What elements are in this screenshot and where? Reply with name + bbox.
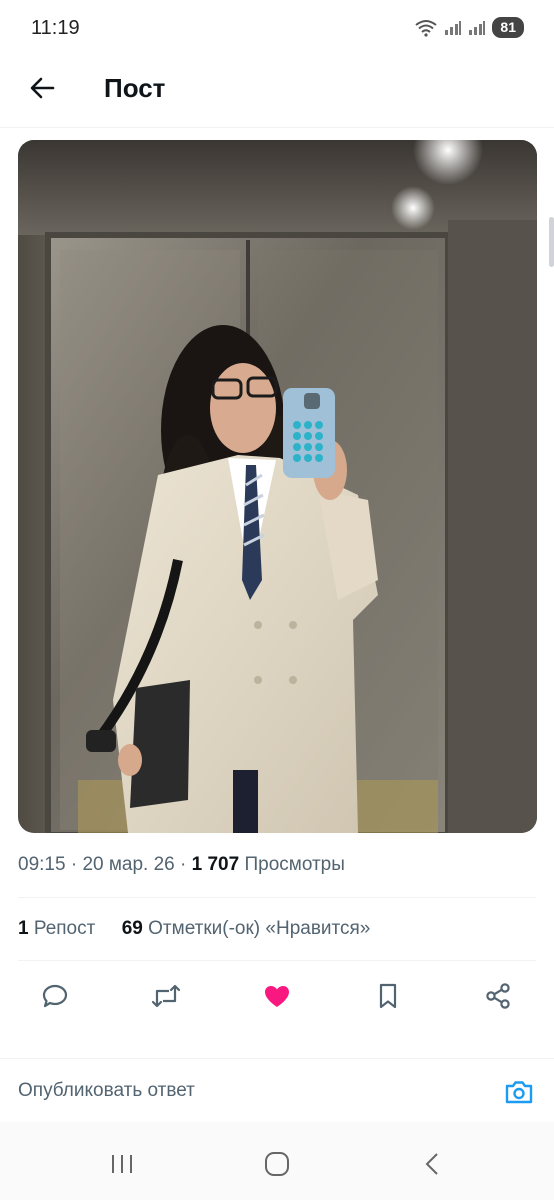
signal-icon [445, 20, 462, 35]
recents-button[interactable] [102, 1146, 142, 1182]
reply-icon [42, 984, 68, 1008]
post-time: 09:15 [18, 854, 66, 875]
status-time: 11:19 [31, 17, 80, 39]
status-icons: 81 [414, 17, 524, 38]
recents-icon [112, 1155, 132, 1173]
heart-icon [265, 986, 289, 1007]
post-actions [0, 972, 554, 1020]
post-stats: 1 Репост 69 Отметки(-ок) «Нравится» [18, 918, 370, 940]
page-title: Пост [104, 73, 166, 103]
scrollbar[interactable] [549, 217, 554, 267]
back-button[interactable] [22, 68, 62, 108]
likes-count: 69 [121, 918, 143, 939]
battery-indicator: 81 [492, 17, 524, 38]
home-icon [265, 1152, 289, 1176]
reply-bar [0, 1058, 554, 1124]
views-count: 1 707 [191, 854, 240, 875]
back-nav-button[interactable] [412, 1146, 452, 1182]
post-meta: 09:15 · 20 мар. 26 · 1 707 Просмотры [18, 854, 345, 875]
camera-icon [505, 1081, 533, 1104]
like-button[interactable] [257, 976, 297, 1016]
status-bar: 11:19 81 [0, 0, 554, 58]
camera-button[interactable] [504, 1077, 534, 1107]
signal-icon-2 [469, 20, 486, 35]
bookmark-icon [379, 983, 397, 1009]
reply-input[interactable] [18, 1075, 478, 1107]
likes-label: Отметки(-ок) «Нравится» [148, 918, 371, 939]
elevator-selfie-image [18, 140, 537, 833]
repost-icon [151, 984, 181, 1008]
reply-button[interactable] [35, 976, 75, 1016]
bookmark-button[interactable] [368, 976, 408, 1016]
post-date: 20 мар. 26 [82, 854, 175, 875]
post-photo[interactable] [18, 140, 537, 833]
home-button[interactable] [257, 1146, 297, 1182]
top-app-bar: Пост [0, 58, 554, 128]
reposts-link[interactable]: 1 Репост [18, 918, 95, 939]
divider [18, 897, 536, 898]
system-nav-bar [0, 1122, 554, 1200]
share-button[interactable] [478, 976, 518, 1016]
reposts-label: Репост [33, 918, 96, 939]
views-label: Просмотры [244, 854, 345, 875]
repost-button[interactable] [146, 976, 186, 1016]
likes-link[interactable]: 69 Отметки(-ок) «Нравится» [122, 918, 371, 939]
divider [18, 960, 536, 961]
back-icon [425, 1153, 438, 1175]
back-arrow-icon [30, 77, 55, 99]
next-content-peek [18, 1050, 98, 1056]
reposts-count: 1 [18, 918, 29, 939]
wifi-icon [415, 19, 438, 37]
share-icon [486, 983, 510, 1009]
